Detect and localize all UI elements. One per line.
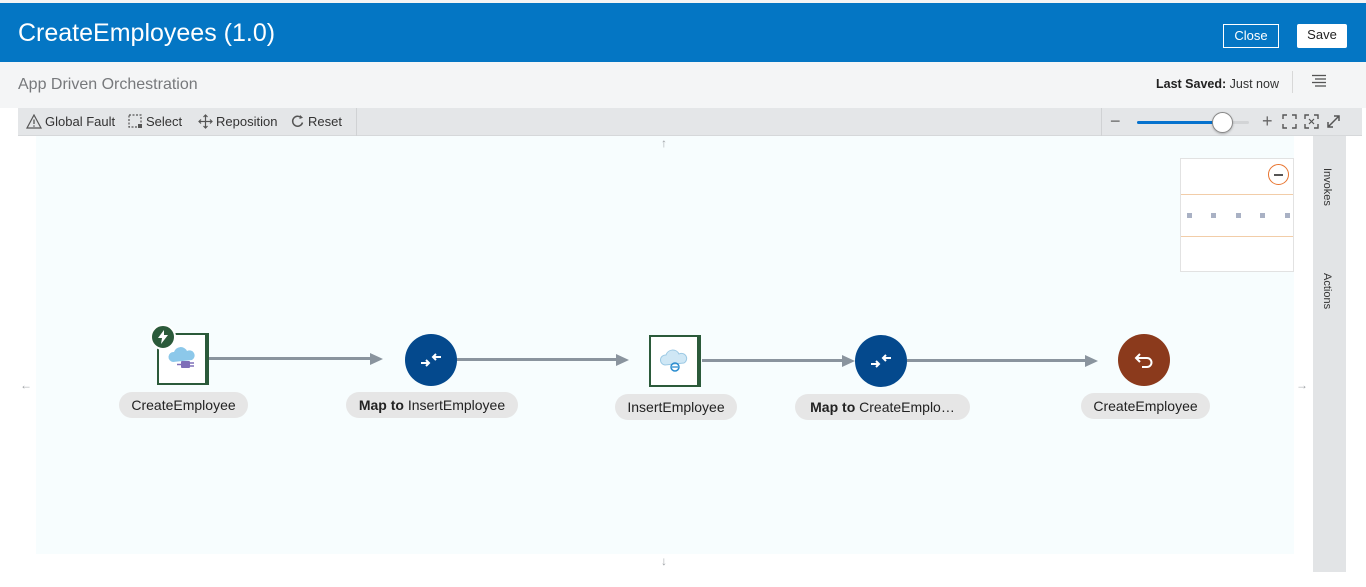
- move-arrows-icon: [198, 114, 213, 129]
- zoom-to-selection-icon[interactable]: [1304, 114, 1319, 129]
- node-label-prefix: Map to: [358, 397, 404, 413]
- flow-connector: [208, 357, 370, 360]
- trigger-badge: [150, 324, 176, 350]
- close-button[interactable]: Close: [1223, 24, 1279, 48]
- map-arrows-icon: [421, 353, 441, 367]
- select-label: Select: [146, 114, 183, 129]
- node-label[interactable]: CreateEmployee: [119, 392, 248, 418]
- overview-node-marker: [1260, 213, 1265, 218]
- scroll-left-arrow[interactable]: ←: [20, 378, 32, 392]
- scroll-right-arrow[interactable]: →: [1296, 378, 1308, 392]
- overview-node-marker: [1211, 213, 1216, 218]
- return-node[interactable]: [1118, 334, 1170, 386]
- overview-viewport-top: [1181, 194, 1293, 195]
- cloud-adapter-icon: [659, 349, 688, 372]
- zoom-slider-thumb[interactable]: [1212, 112, 1234, 133]
- flow-connector: [907, 359, 1085, 362]
- scroll-up-arrow[interactable]: ↑: [661, 136, 667, 150]
- overview-viewport-bottom: [1181, 236, 1293, 237]
- invoke-node[interactable]: [649, 335, 701, 387]
- sub-header: App Driven Orchestration Last Saved: Jus…: [0, 62, 1366, 108]
- overview-node-marker: [1285, 213, 1290, 218]
- lightning-icon: [158, 330, 168, 344]
- divider: [1292, 71, 1293, 93]
- canvas-toolbar: Global Fault Select Reposition Reset − +: [18, 108, 1362, 136]
- flow-arrowhead: [616, 354, 629, 366]
- reset-label: Reset: [308, 114, 342, 129]
- last-saved-value: Just now: [1229, 77, 1279, 91]
- return-arrow-icon: [1134, 353, 1153, 368]
- save-button[interactable]: Save: [1297, 24, 1347, 48]
- tab-invokes[interactable]: Invokes: [1321, 168, 1333, 206]
- toolbar-divider: [356, 108, 357, 136]
- expand-icon[interactable]: [1326, 114, 1341, 129]
- side-panel: Invokes Actions: [1313, 136, 1346, 572]
- flow-connector: [456, 358, 616, 361]
- toolbar-divider: [1101, 108, 1102, 136]
- canvas-overview[interactable]: [1180, 158, 1294, 272]
- map-arrows-icon: [871, 354, 891, 368]
- select-button[interactable]: Select: [128, 114, 182, 129]
- tab-actions[interactable]: Actions: [1321, 273, 1333, 309]
- node-label[interactable]: InsertEmployee: [615, 394, 737, 420]
- hamburger-menu-icon[interactable]: [1311, 74, 1327, 88]
- node-label-target: InsertEmployee: [407, 397, 506, 413]
- reposition-button[interactable]: Reposition: [198, 114, 277, 129]
- node-label[interactable]: CreateEmployee: [1081, 393, 1210, 419]
- last-saved-label: Last Saved:: [1156, 77, 1227, 91]
- node-label-prefix: Map to: [810, 399, 856, 415]
- zoom-out-button[interactable]: −: [1110, 111, 1121, 132]
- global-fault-button[interactable]: Global Fault: [26, 114, 115, 129]
- cloud-plug-icon: [168, 347, 195, 368]
- reset-button[interactable]: Reset: [290, 114, 342, 129]
- global-fault-label: Global Fault: [45, 114, 116, 129]
- warning-icon: [26, 114, 42, 129]
- integration-style-label: App Driven Orchestration: [18, 76, 198, 93]
- reset-icon: [291, 115, 304, 127]
- flow-arrowhead: [370, 353, 383, 365]
- zoom-slider[interactable]: [1137, 112, 1249, 133]
- node-label-target: CreateEmplo…: [859, 399, 955, 415]
- reposition-label: Reposition: [216, 114, 278, 129]
- overview-node-marker: [1236, 213, 1241, 218]
- scroll-down-arrow[interactable]: ↓: [661, 554, 667, 568]
- node-label[interactable]: Map to InsertEmployee: [346, 392, 518, 418]
- zoom-slider-fill: [1137, 121, 1223, 124]
- map-node[interactable]: [855, 335, 907, 387]
- page-title: CreateEmployees (1.0): [18, 19, 276, 47]
- fit-to-screen-icon[interactable]: [1282, 114, 1297, 129]
- title-bar: CreateEmployees (1.0) Close Save: [0, 0, 1366, 62]
- select-marquee-icon: [128, 114, 142, 128]
- collapse-overview-icon[interactable]: [1268, 164, 1289, 185]
- flow-connector: [702, 359, 842, 362]
- zoom-in-button[interactable]: +: [1262, 111, 1273, 132]
- node-label[interactable]: Map to CreateEmplo…: [795, 394, 970, 420]
- flow-arrowhead: [1085, 355, 1098, 367]
- flow-arrowhead: [842, 355, 855, 367]
- overview-node-marker: [1187, 213, 1192, 218]
- map-node[interactable]: [405, 334, 457, 386]
- last-saved-status: Last Saved: Just now: [1156, 77, 1279, 91]
